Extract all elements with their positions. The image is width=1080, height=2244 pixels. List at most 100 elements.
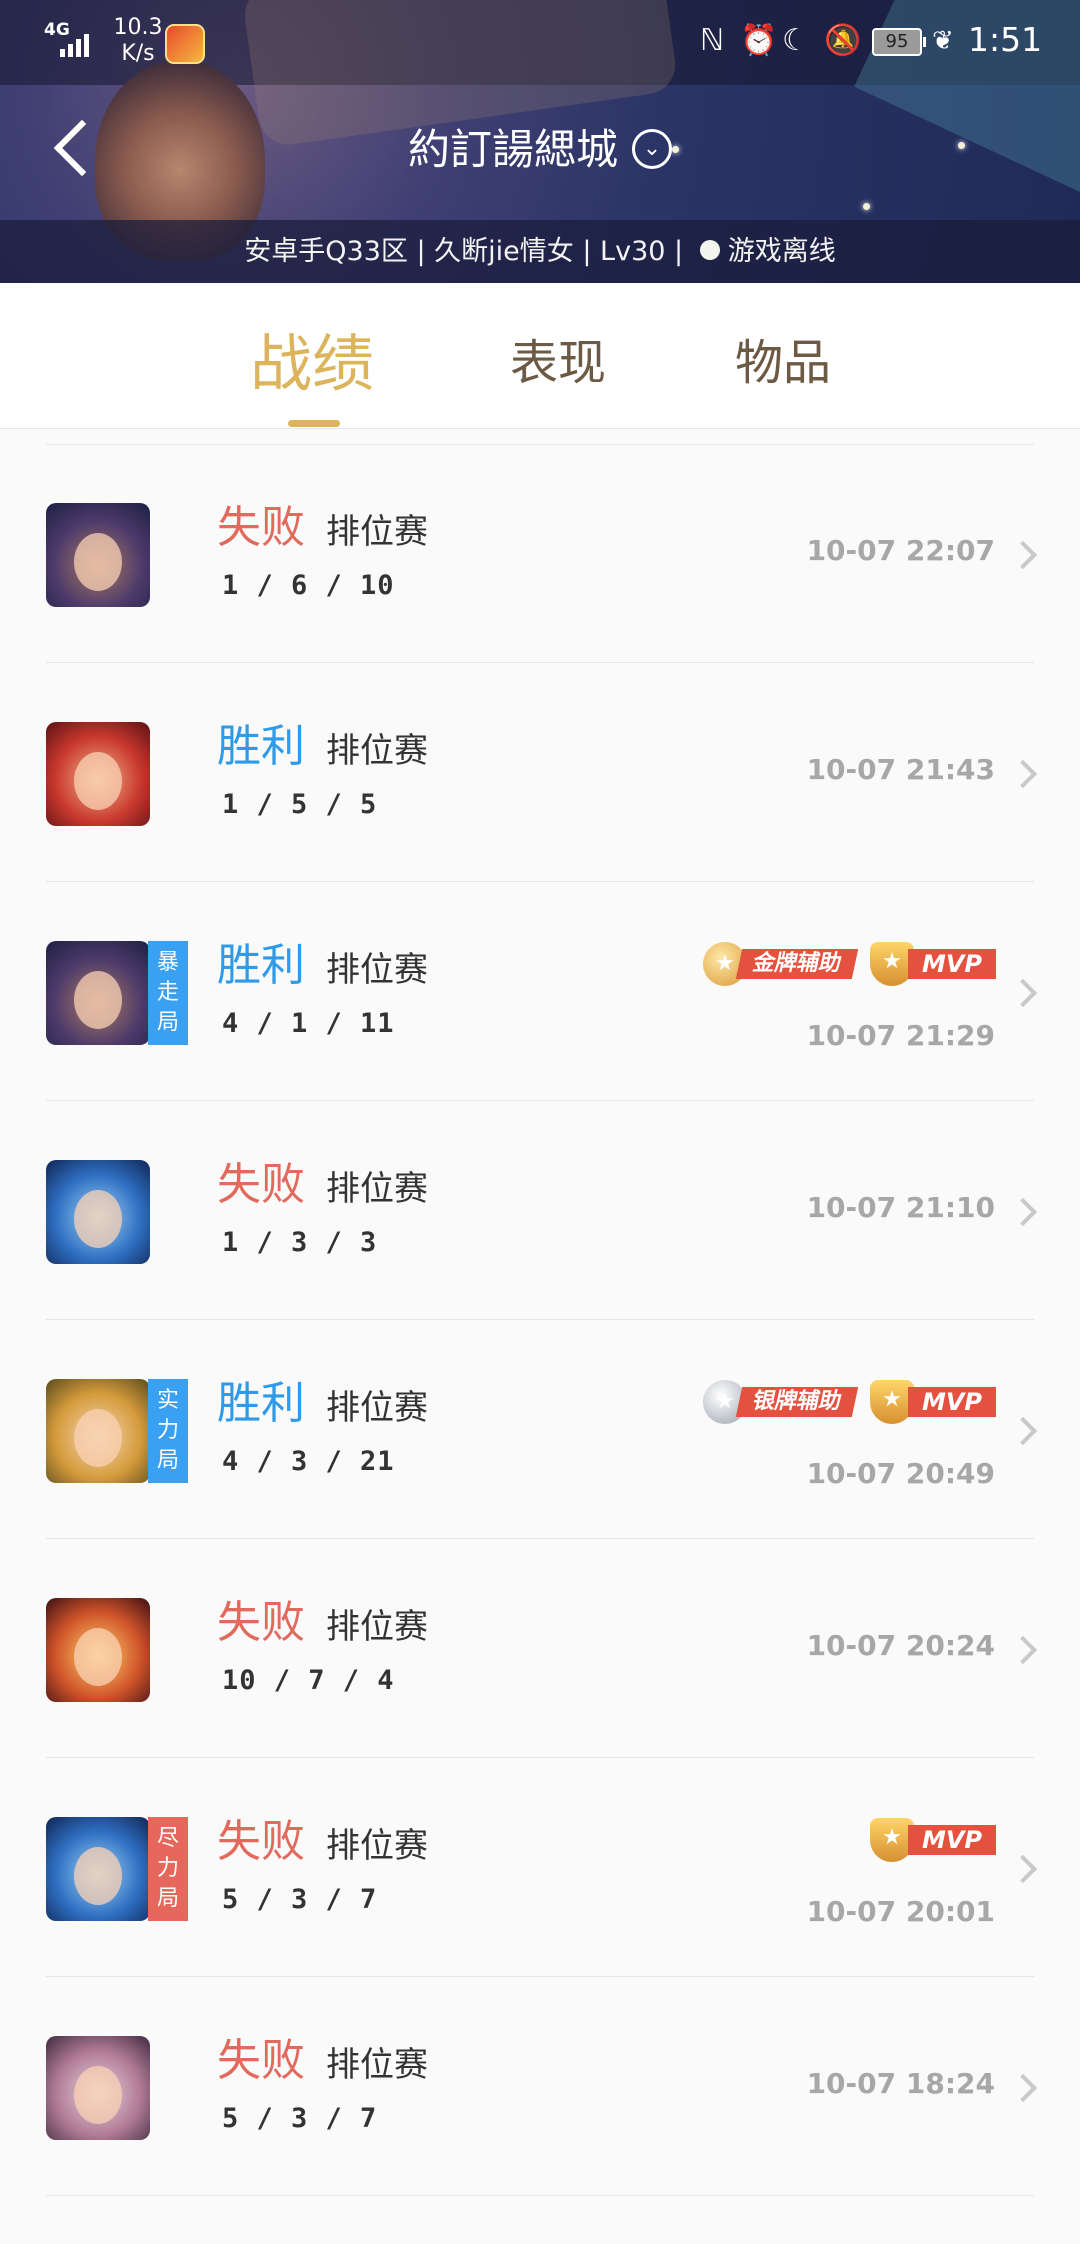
nfc-icon: ℕ	[700, 23, 725, 58]
signal-icon	[60, 34, 92, 57]
battery-icon: 95	[872, 28, 926, 56]
hero-avatar	[46, 2036, 150, 2140]
chevron-right-icon	[1008, 1416, 1038, 1446]
profile-header: 4G 10.3 K/s ℕ ⏰ ☾ 🔕 95 ❦ 1:51 約訂諹緦城 ⌄ 安卓手…	[0, 0, 1080, 283]
match-mode: 排位赛	[326, 950, 428, 990]
player-name-dropdown[interactable]: 約訂諹緦城 ⌄	[0, 120, 1080, 180]
badge-label: MVP	[907, 1387, 996, 1417]
badge-group: ★ 银牌辅助 ★ MVP	[693, 1380, 996, 1430]
match-result: 失败	[217, 1816, 305, 1867]
match-tag: 暴走局	[148, 941, 188, 1045]
match-list: 失败 排位赛 1 / 6 / 10 10-07 22:07 胜利 排位赛 1 /…	[0, 444, 1080, 2196]
offline-status-dot	[699, 239, 720, 260]
player-name: 約訂諹緦城	[407, 125, 618, 174]
moon-icon: ☾	[782, 23, 809, 58]
match-kda: 4 / 1 / 11	[222, 1008, 395, 1039]
net-speed-unit: K/s	[121, 41, 155, 66]
match-time: 10-07 20:24	[806, 1629, 995, 1662]
hero-avatar	[46, 1379, 150, 1483]
badge-group: ★ 金牌辅助 ★ MVP	[693, 942, 996, 992]
match-row[interactable]: 失败 排位赛 10 / 7 / 4 10-07 20:24	[0, 1539, 1080, 1758]
match-row[interactable]: 失败 排位赛 1 / 3 / 3 10-07 21:10	[0, 1101, 1080, 1320]
match-result: 失败	[217, 1159, 305, 1210]
match-kda: 5 / 3 / 7	[222, 2103, 378, 2134]
chevron-right-icon	[1008, 2073, 1038, 2103]
hero-avatar	[46, 1598, 150, 1702]
net-speed-value: 10.3	[113, 15, 163, 40]
star-decoration	[863, 203, 870, 210]
match-mode: 排位赛	[326, 2045, 428, 2085]
match-mode: 排位赛	[326, 512, 428, 552]
match-kda: 1 / 3 / 3	[222, 1227, 378, 1258]
app-notification-icon	[165, 24, 205, 64]
player-info-text: 安卓手Q33区 | 久断jie情女 | Lv30 |	[244, 236, 684, 267]
chevron-right-icon	[1008, 1197, 1038, 1227]
mvp-badge: ★ MVP	[869, 942, 996, 986]
match-mode: 排位赛	[326, 1826, 428, 1866]
badge-label: 金牌辅助	[735, 949, 859, 979]
match-kda: 1 / 5 / 5	[222, 789, 378, 820]
match-row[interactable]: 失败 排位赛 1 / 6 / 10 10-07 22:07	[0, 444, 1080, 663]
alarm-icon: ⏰	[740, 23, 778, 58]
chevron-right-icon	[1008, 978, 1038, 1008]
chevron-right-icon	[1008, 759, 1038, 789]
match-row[interactable]: 暴走局 胜利 排位赛 4 / 1 / 11 ★ 金牌辅助 ★ MVP 10-07 2…	[0, 882, 1080, 1101]
match-result: 失败	[217, 2035, 305, 2086]
mvp-badge: ★ MVP	[869, 1380, 996, 1424]
tab-record[interactable]: 战绩	[250, 313, 374, 403]
silver-support-badge: ★ 银牌辅助	[702, 1380, 859, 1424]
match-time: 10-07 20:01	[806, 1895, 995, 1928]
match-mode: 排位赛	[326, 1607, 428, 1647]
match-row[interactable]: 尽力局 失败 排位赛 5 / 3 / 7 ★ MVP 10-07 20:01	[0, 1758, 1080, 1977]
hero-avatar	[46, 503, 150, 607]
match-row[interactable]: 失败 排位赛 5 / 3 / 7 10-07 18:24	[0, 1977, 1080, 2196]
match-time: 10-07 22:07	[806, 534, 995, 567]
match-time: 10-07 20:49	[806, 1457, 995, 1490]
match-time: 10-07 21:10	[806, 1191, 995, 1224]
leaf-icon: ❦	[932, 26, 954, 56]
match-result: 胜利	[217, 721, 305, 772]
mute-bell-icon: 🔕	[824, 23, 862, 58]
match-tag: 尽力局	[148, 1817, 188, 1921]
mvp-badge: ★ MVP	[869, 1818, 996, 1862]
chevron-right-icon	[1008, 1635, 1038, 1665]
chevron-down-icon: ⌄	[632, 128, 672, 169]
player-info: 安卓手Q33区 | 久断jie情女 | Lv30 | 游戏离线	[0, 230, 1080, 274]
tab-bar: 战绩 表现 物品	[0, 283, 1080, 429]
badge-label: 银牌辅助	[735, 1387, 859, 1417]
clock: 1:51	[968, 20, 1043, 59]
match-time: 10-07 21:43	[806, 753, 995, 786]
match-result: 失败	[217, 502, 305, 553]
match-result: 失败	[217, 1597, 305, 1648]
hero-avatar	[46, 941, 150, 1045]
match-tag: 实力局	[148, 1379, 188, 1483]
match-kda: 4 / 3 / 21	[222, 1446, 395, 1477]
match-row[interactable]: 胜利 排位赛 1 / 5 / 5 10-07 21:43	[0, 663, 1080, 882]
net-speed: 10.3 K/s	[108, 15, 168, 67]
match-mode: 排位赛	[326, 1388, 428, 1428]
match-result: 胜利	[217, 1378, 305, 1429]
match-kda: 5 / 3 / 7	[222, 1884, 378, 1915]
match-mode: 排位赛	[326, 1169, 428, 1209]
status-bar: 4G 10.3 K/s ℕ ⏰ ☾ 🔕 95 ❦ 1:51	[0, 0, 1080, 85]
chevron-right-icon	[1008, 1854, 1038, 1884]
tab-items[interactable]: 物品	[735, 323, 831, 393]
chevron-right-icon	[1008, 540, 1038, 570]
match-time: 10-07 18:24	[806, 2067, 995, 2100]
online-status: 游戏离线	[727, 236, 836, 267]
badge-label: MVP	[907, 949, 996, 979]
hero-avatar	[46, 1817, 150, 1921]
badge-group: ★ MVP	[860, 1818, 996, 1868]
match-result: 胜利	[217, 940, 305, 991]
match-time: 10-07 21:29	[806, 1019, 995, 1052]
badge-label: MVP	[907, 1825, 996, 1855]
tab-performance[interactable]: 表现	[510, 323, 606, 393]
match-kda: 1 / 6 / 10	[222, 570, 395, 601]
match-kda: 10 / 7 / 4	[222, 1665, 395, 1696]
match-mode: 排位赛	[326, 731, 428, 771]
active-tab-indicator	[288, 420, 340, 427]
hero-avatar	[46, 1160, 150, 1264]
hero-avatar	[46, 722, 150, 826]
match-row[interactable]: 实力局 胜利 排位赛 4 / 3 / 21 ★ 银牌辅助 ★ MVP 10-07 2…	[0, 1320, 1080, 1539]
gold-support-badge: ★ 金牌辅助	[702, 942, 859, 986]
